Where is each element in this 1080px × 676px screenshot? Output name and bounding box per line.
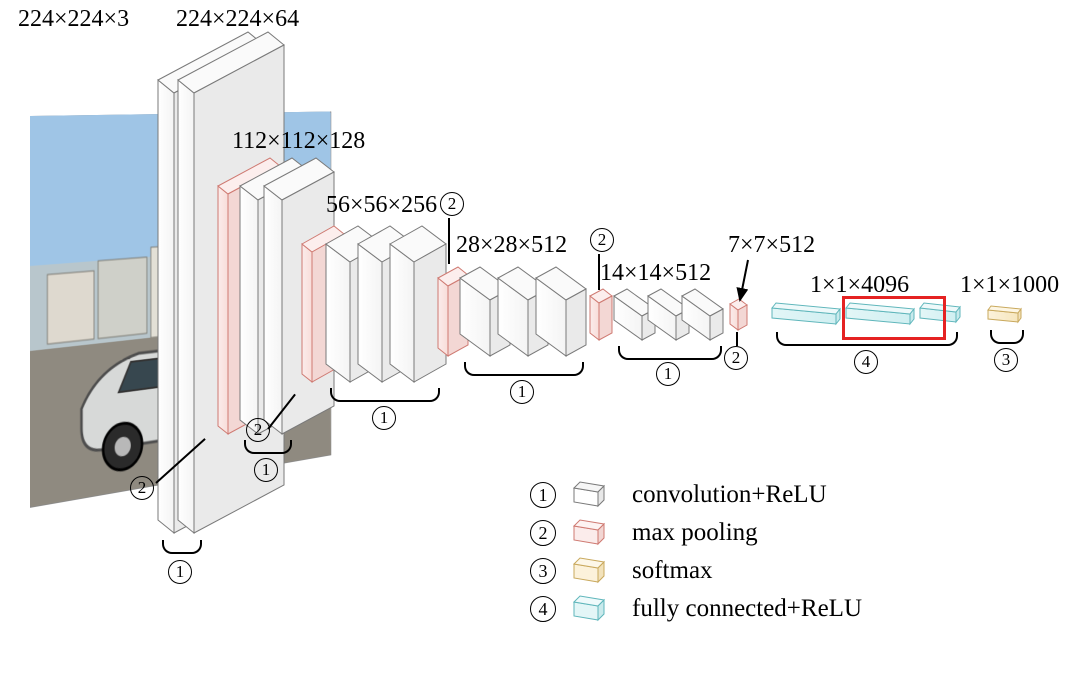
legend-label-2: max pooling (632, 519, 758, 547)
legend-cube-pool (570, 518, 618, 548)
block-softmax (988, 306, 1021, 322)
legend-cube-fc (570, 594, 618, 624)
brace-conv2 (244, 440, 292, 454)
dim-fc: 1×1×4096 (810, 272, 909, 299)
highlight-fc2 (842, 296, 946, 340)
line-pool4 (598, 254, 600, 290)
block-conv3 (326, 226, 446, 382)
ref-pool1: 2 (130, 476, 154, 500)
dim-pool5: 7×7×512 (728, 232, 815, 259)
ref-pool2: 2 (246, 418, 270, 442)
dim-out: 1×1×1000 (960, 272, 1059, 299)
legend-num-4: 4 (530, 596, 556, 622)
line-pool5 (736, 332, 738, 346)
legend-num-1: 1 (530, 482, 556, 508)
dim-conv2: 112×112×128 (232, 128, 365, 155)
brace-softmax (990, 330, 1024, 344)
ref-conv2: 1 (254, 458, 278, 482)
dim-conv3: 56×56×256 (326, 192, 437, 219)
legend: 1 convolution+ReLU 2 max pooling 3 (530, 480, 862, 632)
dim-input: 224×224×3 (18, 6, 129, 33)
legend-num-2: 2 (530, 520, 556, 546)
pool5 (730, 299, 747, 330)
legend-cube-conv (570, 480, 618, 510)
block-conv5 (614, 289, 723, 340)
brace-conv3 (330, 388, 440, 402)
brace-conv4 (464, 362, 584, 376)
legend-row-softmax: 3 softmax (530, 556, 862, 586)
line-pool3 (448, 218, 450, 264)
ref-pool3: 2 (440, 192, 464, 216)
ref-conv5: 1 (656, 362, 680, 386)
ref-pool4: 2 (590, 228, 614, 252)
legend-label-4: fully connected+ReLU (632, 595, 862, 623)
legend-row-conv: 1 convolution+ReLU (530, 480, 862, 510)
legend-row-fc: 4 fully connected+ReLU (530, 594, 862, 624)
ref-fc: 4 (854, 350, 878, 374)
brace-conv5 (618, 346, 722, 360)
dim-conv5: 14×14×512 (600, 260, 711, 287)
legend-label-3: softmax (632, 557, 713, 585)
dim-conv1: 224×224×64 (176, 6, 299, 33)
ref-conv3: 1 (372, 406, 396, 430)
legend-num-3: 3 (530, 558, 556, 584)
legend-row-pool: 2 max pooling (530, 518, 862, 548)
ref-pool5: 2 (724, 346, 748, 370)
legend-label-1: convolution+ReLU (632, 481, 827, 509)
block-conv4 (460, 267, 586, 356)
ref-conv1: 1 (168, 560, 192, 584)
pool4 (590, 289, 612, 340)
brace-conv1 (162, 540, 202, 554)
legend-cube-softmax (570, 556, 618, 586)
dim-conv4: 28×28×512 (456, 232, 567, 259)
ref-conv4: 1 (510, 380, 534, 404)
ref-softmax: 3 (994, 348, 1018, 372)
